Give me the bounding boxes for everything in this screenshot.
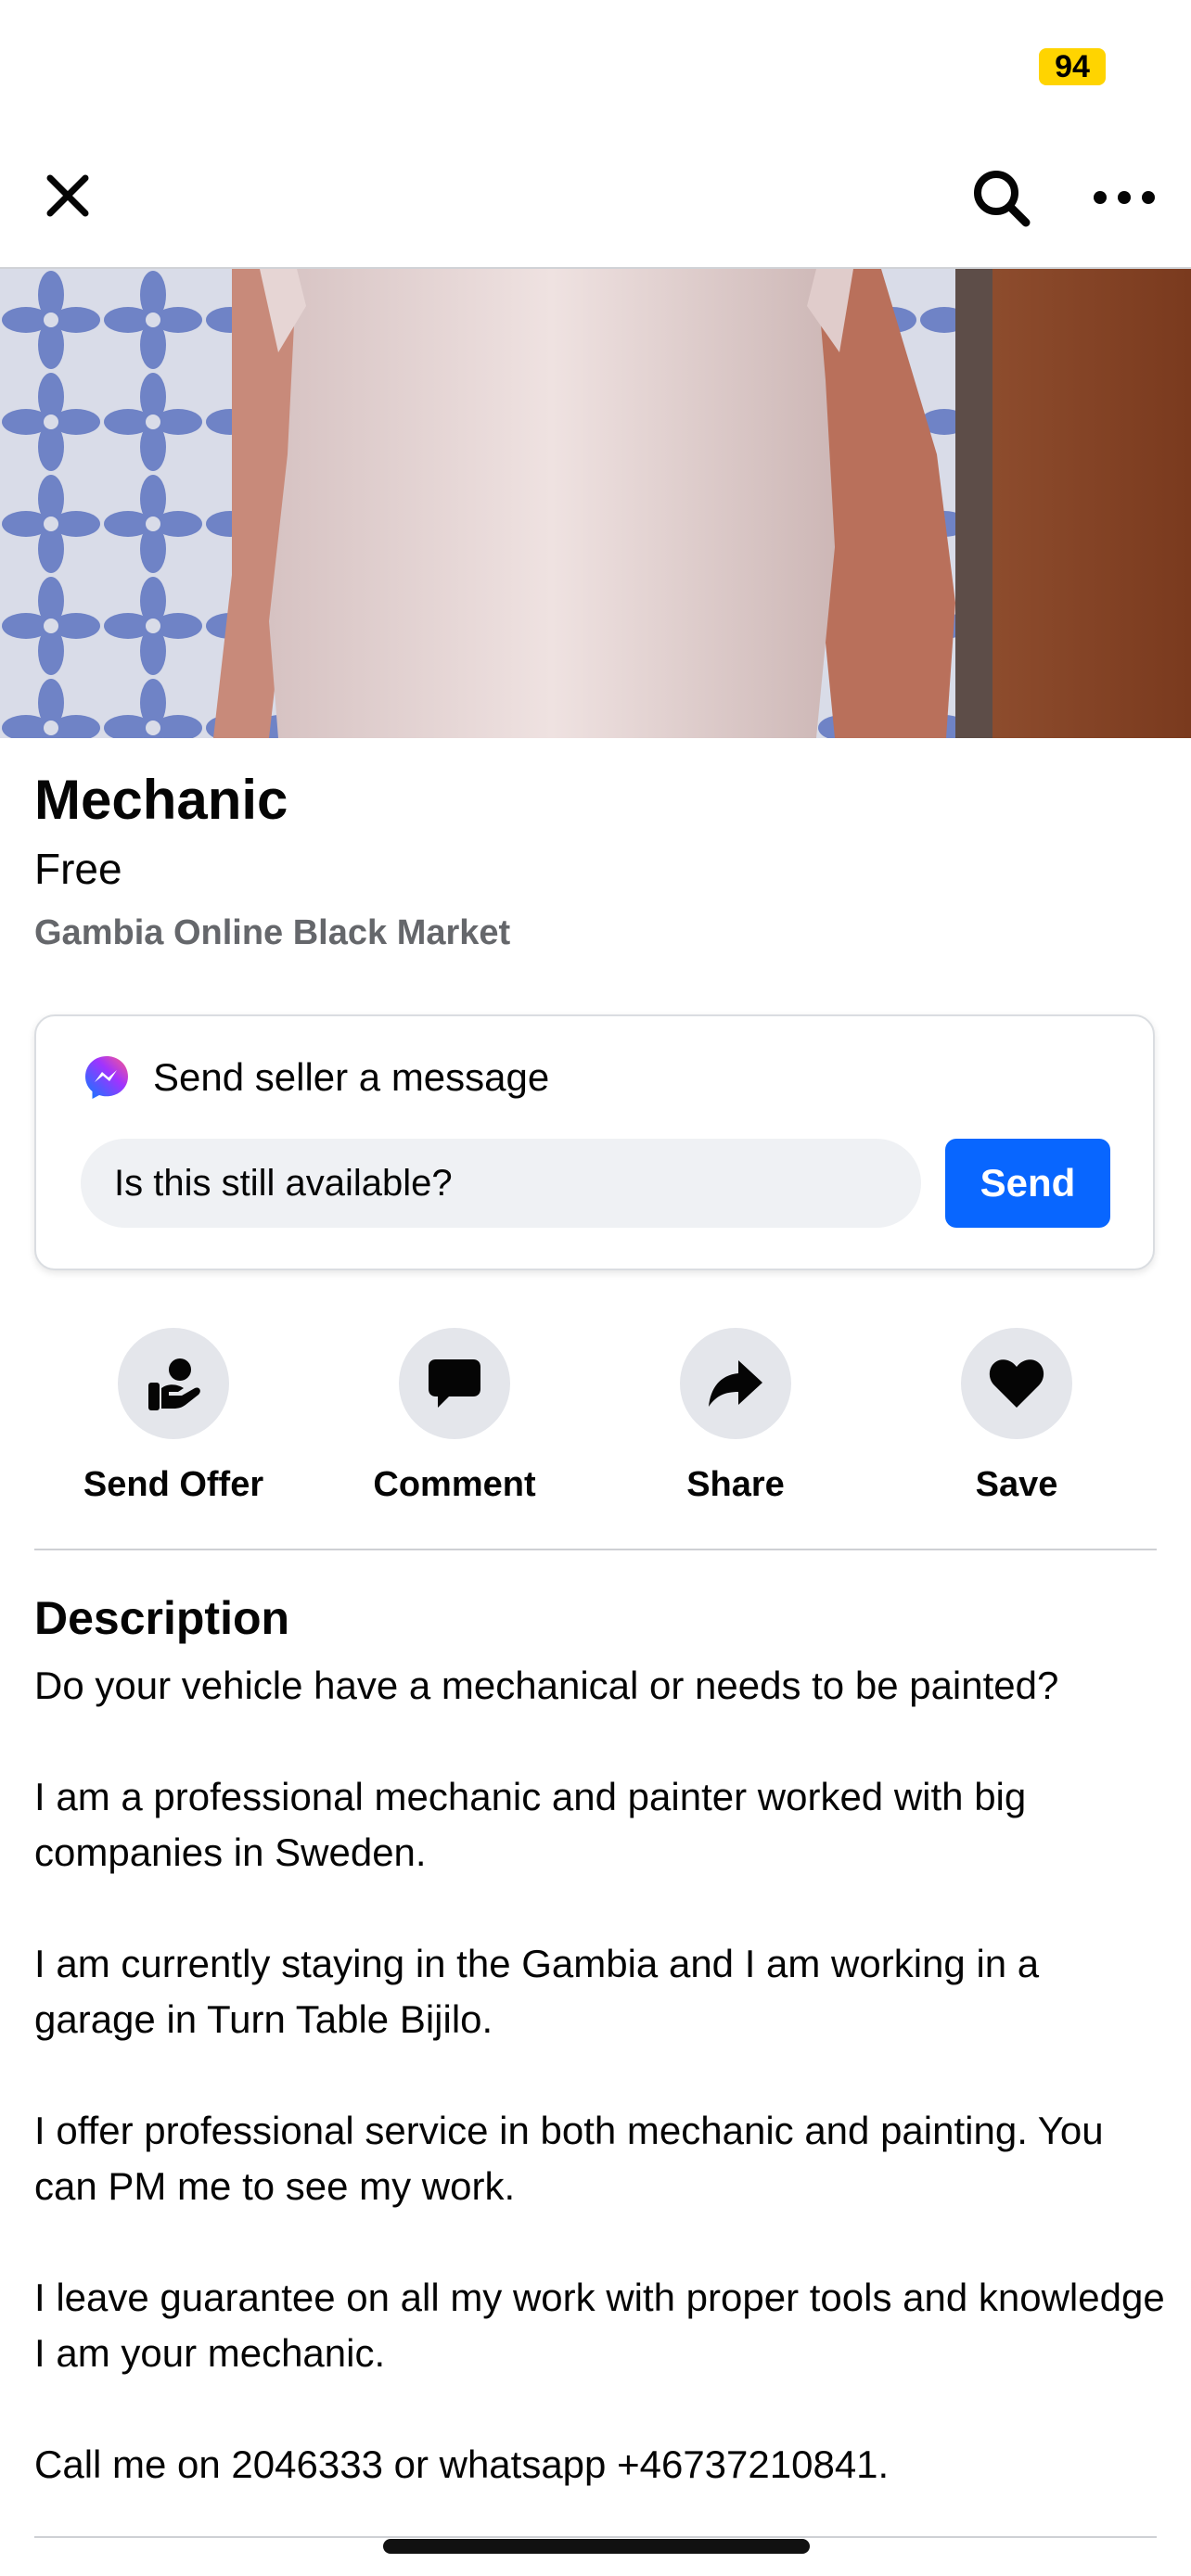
comment-label: Comment [373, 1465, 536, 1504]
description-paragraph: I am a professional mechanic and painter… [34, 1775, 1027, 1874]
message-input[interactable]: Is this still available? [81, 1139, 921, 1228]
comment-button[interactable]: Comment [315, 1328, 594, 1505]
send-button[interactable]: Send [945, 1139, 1110, 1228]
action-bar: Send Offer Comment Share Save [34, 1328, 1157, 1504]
save-label: Save [975, 1465, 1058, 1504]
comment-icon [399, 1328, 510, 1439]
home-indicator[interactable] [383, 2539, 810, 2554]
description-paragraph: I leave guarantee on all my work with pr… [34, 2276, 1165, 2375]
send-offer-button[interactable]: Send Offer [34, 1328, 313, 1505]
heart-icon [961, 1328, 1072, 1439]
status-badge: 94 [1039, 48, 1106, 85]
description-paragraph: Call me on 2046333 or whatsapp +46737210… [34, 2442, 890, 2486]
share-label: Share [686, 1465, 785, 1504]
messenger-icon [83, 1053, 131, 1102]
top-nav-bar [0, 130, 1191, 269]
description-paragraph: I am currently staying in the Gambia and… [34, 1942, 1040, 2041]
description-text: Do your vehicle have a mechanical or nee… [34, 1658, 1166, 2548]
more-icon[interactable] [1087, 174, 1161, 221]
save-button[interactable]: Save [877, 1328, 1156, 1505]
description-paragraph: I offer professional service in both mec… [34, 2109, 1104, 2208]
listing-group[interactable]: Gambia Online Black Market [34, 913, 510, 953]
status-bar: 94 [0, 0, 1191, 130]
send-offer-label: Send Offer [83, 1465, 264, 1504]
message-seller-card: Send seller a message Is this still avai… [34, 1014, 1155, 1270]
listing-price: Free [34, 845, 122, 893]
share-icon [680, 1328, 791, 1439]
description-title: Description [34, 1592, 290, 1644]
search-icon[interactable] [965, 161, 1039, 236]
share-button[interactable]: Share [596, 1328, 875, 1505]
divider [34, 1549, 1157, 1550]
listing-title: Mechanic [34, 769, 288, 831]
message-header: Send seller a message [83, 1053, 549, 1102]
listing-photo[interactable] [0, 269, 1191, 738]
send-offer-icon [118, 1328, 229, 1439]
close-icon[interactable] [37, 165, 98, 226]
divider [34, 2536, 1157, 2538]
description-paragraph: Do your vehicle have a mechanical or nee… [34, 1664, 1059, 1707]
message-header-label: Send seller a message [153, 1055, 550, 1099]
